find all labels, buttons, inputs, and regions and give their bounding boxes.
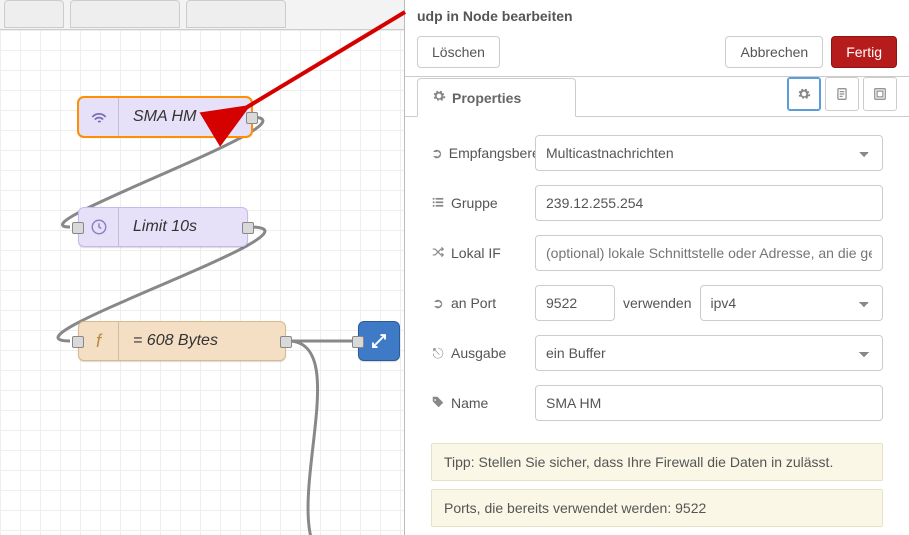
flow-tab[interactable]	[186, 0, 286, 28]
panel-tabs: Properties	[405, 77, 909, 117]
flow-canvas[interactable]: SMA HM Limit 10s f = 608 Bytes	[0, 0, 404, 535]
flow-canvas-body[interactable]: SMA HM Limit 10s f = 608 Bytes	[0, 30, 404, 535]
edit-panel: udp in Node bearbeiten Löschen Abbrechen…	[404, 0, 909, 535]
flow-tab[interactable]	[4, 0, 64, 28]
appearance-icon-button[interactable]	[863, 77, 897, 111]
name-label: Name	[431, 395, 535, 412]
node-output-port[interactable]	[242, 222, 254, 234]
group-input[interactable]	[535, 185, 883, 221]
port-input[interactable]	[535, 285, 615, 321]
clock-icon	[79, 208, 119, 246]
node-output-port[interactable]	[280, 336, 292, 348]
cancel-button[interactable]: Abbrechen	[725, 36, 823, 68]
login-icon: ➲	[431, 145, 443, 162]
expand-icon	[359, 322, 399, 360]
properties-icon-button[interactable]	[787, 77, 821, 111]
using-label: verwenden	[623, 295, 692, 311]
tab-properties-label: Properties	[452, 90, 521, 106]
gear-icon	[432, 89, 446, 106]
localif-input[interactable]	[535, 235, 883, 271]
flow-tab-strip	[0, 0, 404, 30]
group-label: Gruppe	[431, 195, 535, 212]
node-label: Limit 10s	[119, 218, 211, 236]
shuffle-icon	[431, 245, 445, 262]
tip-firewall: Tipp: Stellen Sie sicher, dass Ihre Fire…	[431, 443, 883, 481]
output-label: ⎋ Ausgabe	[431, 345, 535, 362]
listen-select[interactable]: Multicastnachrichten	[535, 135, 883, 171]
list-icon	[431, 195, 445, 212]
login-icon: ➲	[431, 295, 445, 312]
flow-tab[interactable]	[70, 0, 180, 28]
node-label: SMA HM	[119, 108, 210, 126]
wifi-icon	[79, 98, 119, 136]
node-label: = 608 Bytes	[119, 332, 232, 350]
delete-button[interactable]: Löschen	[417, 36, 500, 68]
panel-button-row: Löschen Abbrechen Fertig	[405, 28, 909, 77]
port-label: ➲ an Port	[431, 295, 535, 312]
properties-form: ➲ Empfangsbereit Multicastnachrichten Gr…	[405, 117, 909, 443]
node-input-port[interactable]	[352, 336, 364, 348]
function-icon: f	[79, 322, 119, 360]
panel-title: udp in Node bearbeiten	[405, 0, 909, 28]
node-link-out[interactable]	[358, 321, 400, 361]
done-button[interactable]: Fertig	[831, 36, 897, 68]
tip-ports: Ports, die bereits verwendet werden: 952…	[431, 489, 883, 527]
output-select[interactable]: ein Buffer	[535, 335, 883, 371]
node-function[interactable]: f = 608 Bytes	[78, 321, 286, 361]
ip-select[interactable]: ipv4	[700, 285, 884, 321]
node-udp-in[interactable]: SMA HM	[78, 97, 252, 137]
listen-label: ➲ Empfangsbereit	[431, 145, 535, 162]
node-output-port[interactable]	[246, 112, 258, 124]
node-input-port[interactable]	[72, 336, 84, 348]
localif-label: Lokal IF	[431, 245, 535, 262]
logout-icon: ⎋	[431, 345, 445, 362]
tag-icon	[431, 395, 445, 412]
tab-properties[interactable]: Properties	[417, 78, 576, 117]
node-delay[interactable]: Limit 10s	[78, 207, 248, 247]
node-input-port[interactable]	[72, 222, 84, 234]
name-input[interactable]	[535, 385, 883, 421]
description-icon-button[interactable]	[825, 77, 859, 111]
